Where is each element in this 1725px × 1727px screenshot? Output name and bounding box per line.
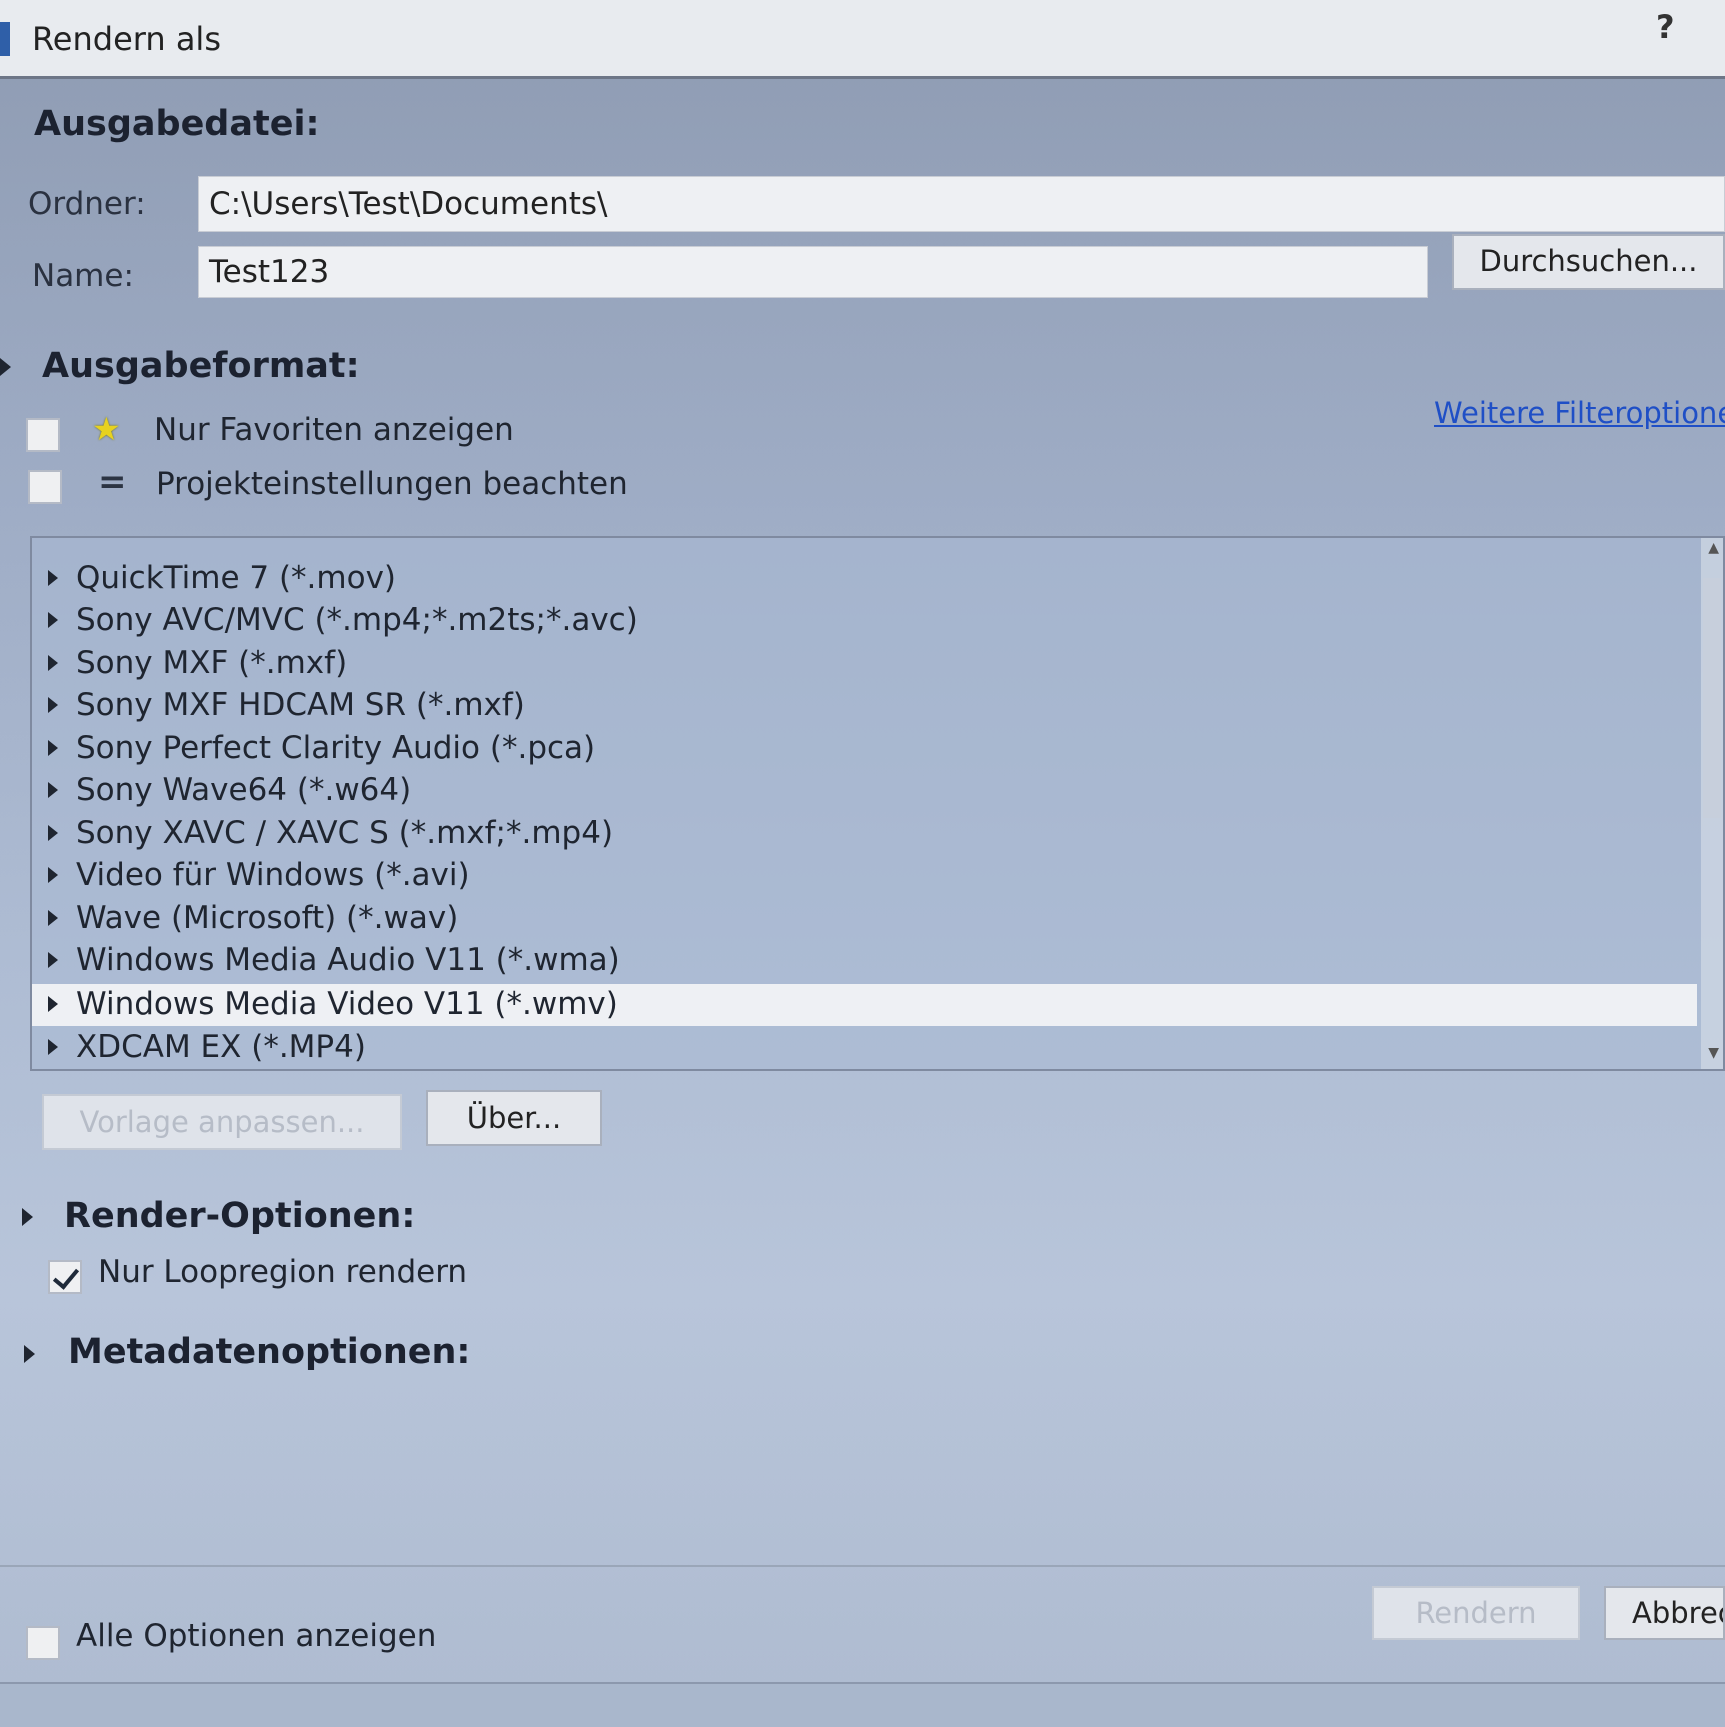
cancel-button[interactable]: Abbrec [1604, 1586, 1725, 1640]
star-icon: ★ [92, 410, 121, 448]
window-title: Rendern als [32, 20, 221, 58]
expand-triangle-icon[interactable] [48, 570, 58, 586]
list-item[interactable]: Sony AVC/MVC (*.mp4;*.m2ts;*.avc) [32, 600, 1697, 642]
list-item[interactable]: Sony XAVC / XAVC S (*.mxf;*.mp4) [32, 813, 1697, 855]
output-format-expander-icon[interactable] [0, 358, 11, 376]
expand-triangle-icon[interactable] [48, 867, 58, 883]
app-icon [0, 22, 10, 56]
show-all-options-label: Alle Optionen anzeigen [76, 1618, 437, 1654]
format-list[interactable]: QuickTime 7 (*.mov) Sony AVC/MVC (*.mp4;… [30, 536, 1725, 1071]
scroll-up-icon[interactable]: ▲ [1708, 540, 1719, 556]
equals-icon: = [98, 462, 127, 502]
render-button[interactable]: Rendern [1372, 1586, 1580, 1640]
name-input[interactable]: Test123 [198, 246, 1428, 298]
list-item[interactable]: Windows Media Audio V11 (*.wma) [32, 940, 1697, 982]
render-options-heading: Render-Optionen: [64, 1196, 416, 1236]
list-item[interactable]: Sony MXF HDCAM SR (*.mxf) [32, 685, 1697, 727]
expand-triangle-icon[interactable] [48, 740, 58, 756]
favorites-label: Nur Favoriten anzeigen [154, 412, 514, 448]
list-item[interactable]: Wave (Microsoft) (*.wav) [32, 898, 1697, 940]
expand-triangle-icon[interactable] [48, 910, 58, 926]
scrollbar-thumb[interactable] [1703, 578, 1721, 818]
favorites-checkbox[interactable] [26, 418, 60, 452]
customize-template-button[interactable]: Vorlage anpassen... [42, 1094, 402, 1150]
expand-triangle-icon[interactable] [48, 612, 58, 628]
list-item-selected[interactable]: Windows Media Video V11 (*.wmv) [32, 984, 1697, 1026]
list-item[interactable]: Video für Windows (*.avi) [32, 855, 1697, 897]
expand-triangle-icon[interactable] [48, 825, 58, 841]
list-item[interactable]: Sony Perfect Clarity Audio (*.pca) [32, 728, 1697, 770]
loop-region-label: Nur Loopregion rendern [98, 1254, 468, 1290]
browse-button[interactable]: Durchsuchen... [1452, 234, 1725, 290]
expand-triangle-icon[interactable] [48, 782, 58, 798]
scroll-down-icon[interactable]: ▼ [1708, 1045, 1719, 1061]
folder-label: Ordner: [28, 186, 146, 222]
expand-triangle-icon[interactable] [48, 996, 58, 1012]
loop-region-checkbox[interactable] [48, 1260, 82, 1294]
name-label: Name: [32, 258, 134, 294]
about-button[interactable]: Über... [426, 1090, 602, 1146]
expand-triangle-icon[interactable] [48, 655, 58, 671]
list-item[interactable]: QuickTime 7 (*.mov) [32, 558, 1697, 600]
expand-triangle-icon[interactable] [48, 1039, 58, 1055]
metadata-options-expander-icon[interactable] [24, 1345, 35, 1363]
more-filter-options-link[interactable]: Weitere Filteroptione [1434, 396, 1725, 430]
render-options-expander-icon[interactable] [22, 1208, 33, 1226]
metadata-options-heading: Metadatenoptionen: [68, 1332, 471, 1372]
expand-triangle-icon[interactable] [48, 697, 58, 713]
taskbar-edge [0, 1682, 1725, 1727]
output-file-heading: Ausgabedatei: [34, 104, 320, 144]
folder-input[interactable]: C:\Users\Test\Documents\ [198, 176, 1725, 232]
project-settings-label: Projekteinstellungen beachten [156, 466, 628, 502]
list-item[interactable]: Sony Wave64 (*.w64) [32, 770, 1697, 812]
title-bar: Rendern als ? [0, 0, 1725, 79]
project-settings-checkbox[interactable] [28, 470, 62, 504]
list-scrollbar[interactable]: ▲ ▼ [1701, 538, 1723, 1069]
expand-triangle-icon[interactable] [48, 952, 58, 968]
output-format-heading: Ausgabeformat: [42, 346, 360, 386]
list-item[interactable]: Sony MXF (*.mxf) [32, 643, 1697, 685]
show-all-options-checkbox[interactable] [26, 1626, 60, 1660]
help-button[interactable]: ? [1656, 8, 1675, 46]
list-item[interactable]: XDCAM EX (*.MP4) [32, 1027, 1697, 1069]
